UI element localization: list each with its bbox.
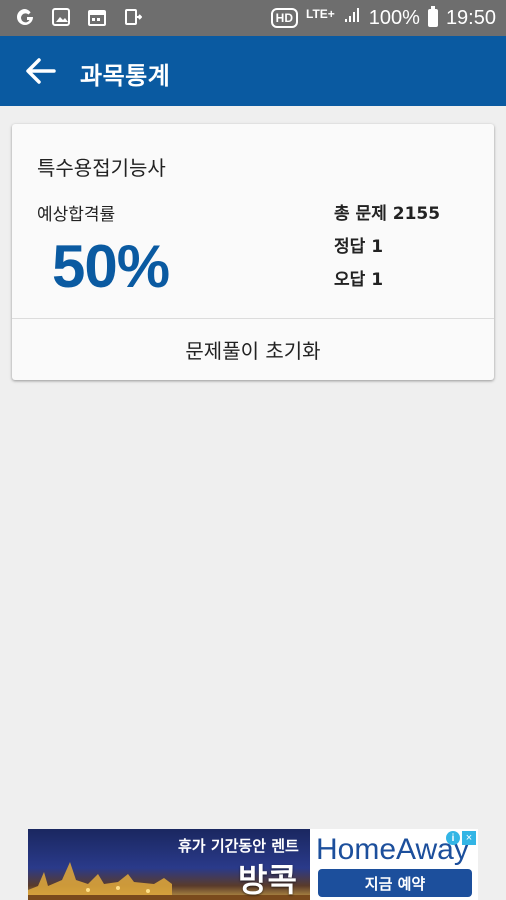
correct-count: 정답 1 xyxy=(334,237,384,257)
total-questions: 총 문제 2155 xyxy=(334,204,441,224)
hd-icon: HD xyxy=(270,8,298,28)
battery-percent: 100% xyxy=(368,6,420,29)
ad-cta-button[interactable]: 지금 예약 xyxy=(318,869,472,897)
system-indicators: HD LTE+ 100% 19:50 xyxy=(270,0,496,36)
notification-icons xyxy=(14,6,144,28)
close-icon[interactable]: × xyxy=(462,831,476,845)
g-app-icon xyxy=(14,6,36,28)
arrow-left-icon xyxy=(26,58,56,84)
ad-image[interactable]: 휴가 기간동안 렌트 방콕 xyxy=(28,829,310,900)
pass-rate-value: 50% xyxy=(52,233,170,300)
usb-icon xyxy=(122,6,144,28)
info-icon[interactable]: i xyxy=(446,831,460,845)
app-bar: 과목통계 xyxy=(0,36,506,106)
ad-banner[interactable]: 휴가 기간동안 렌트 방콕 HomeAway 지금 예약 i × xyxy=(28,829,478,900)
battery-icon xyxy=(427,6,438,27)
image-icon xyxy=(50,6,72,28)
status-bar: HD LTE+ 100% 19:50 xyxy=(0,0,506,36)
ad-headline: 휴가 기간동안 렌트 xyxy=(178,837,299,855)
signal-icon xyxy=(343,6,361,30)
clock: 19:50 xyxy=(445,6,496,29)
page-title: 과목통계 xyxy=(80,62,171,90)
subject-stats-card: 특수용접기능사 예상합격률 50% 총 문제 2155 정답 1 오답 1 문제… xyxy=(12,124,494,380)
question-stats: 총 문제 2155 정답 1 오답 1 xyxy=(334,198,440,297)
pass-rate-label: 예상합격률 xyxy=(37,205,116,225)
subject-title: 특수용접기능사 xyxy=(37,156,166,180)
wrong-count: 오답 1 xyxy=(334,270,384,290)
reset-progress-button[interactable]: 문제풀이 초기화 xyxy=(12,319,494,380)
ad-city: 방콕 xyxy=(238,861,297,899)
back-button[interactable] xyxy=(22,53,58,89)
calendar-icon xyxy=(86,6,108,28)
lte-icon: LTE+ xyxy=(306,7,335,21)
